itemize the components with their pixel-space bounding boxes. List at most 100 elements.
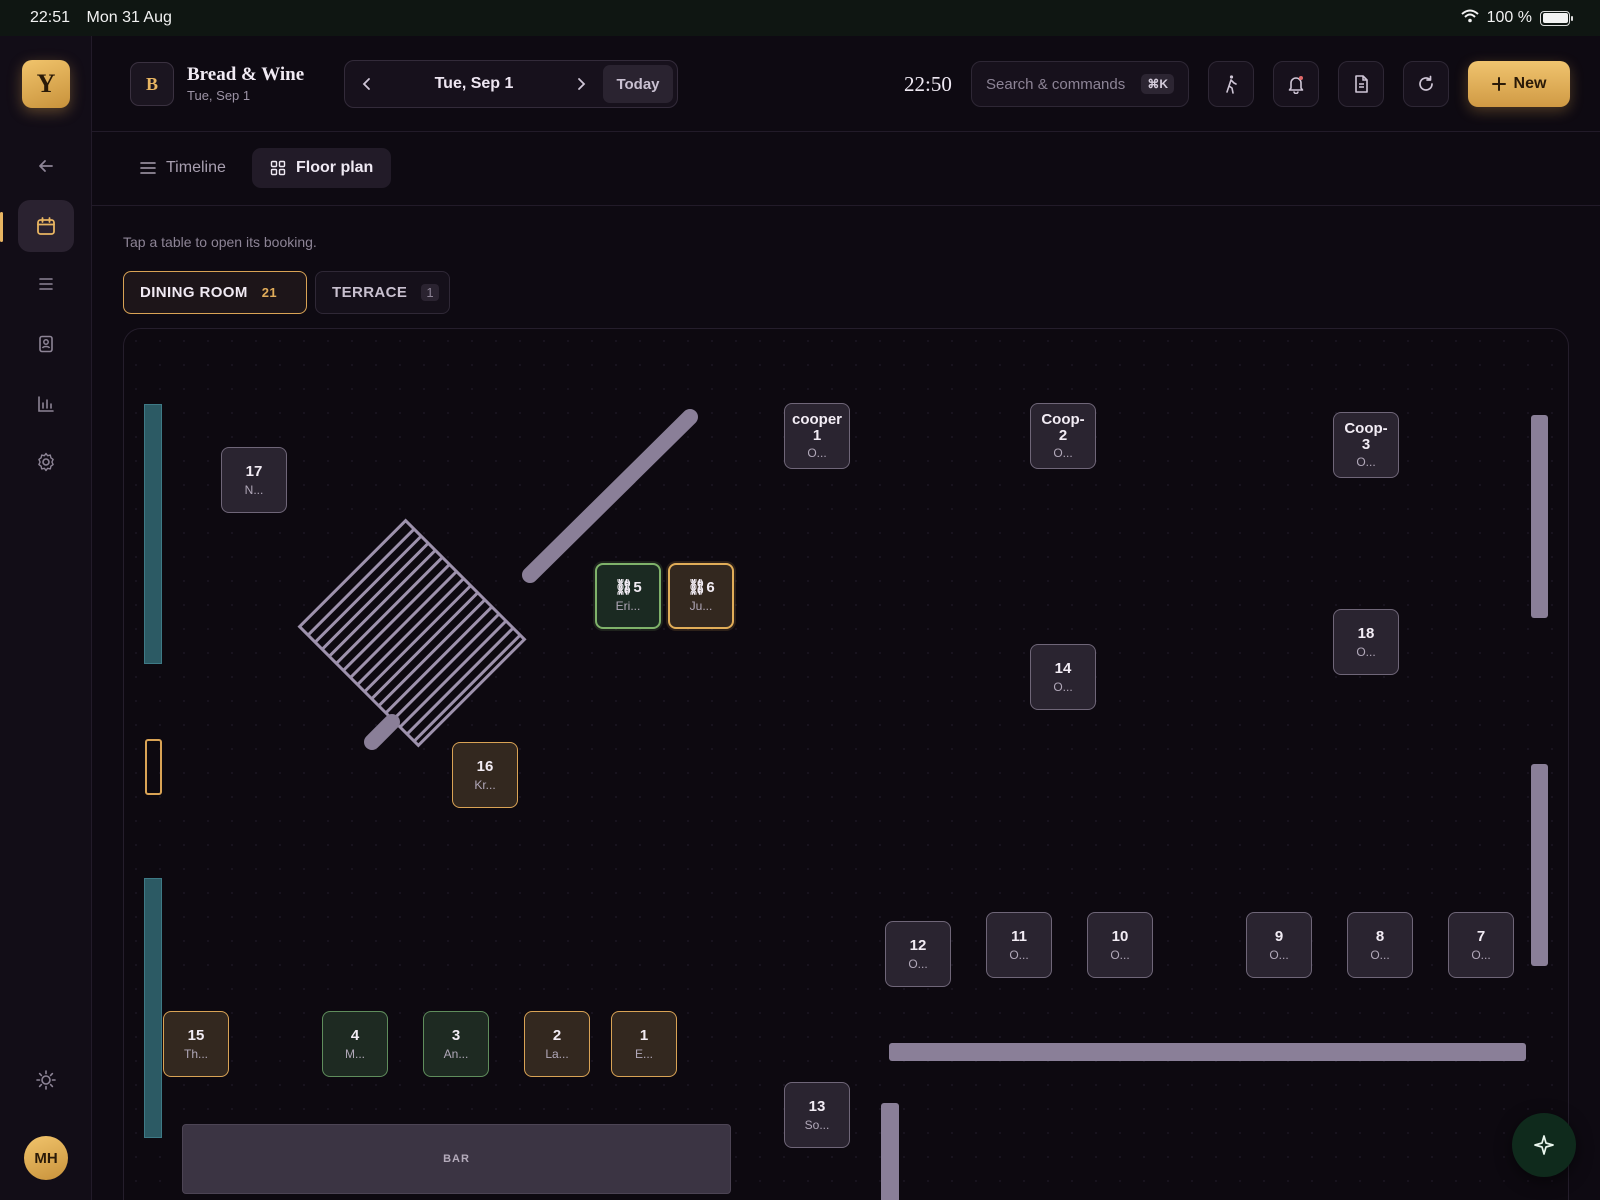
new-booking-button[interactable]: New <box>1468 61 1570 107</box>
tab-timeline[interactable]: Timeline <box>122 148 244 188</box>
table-guest: So... <box>804 1117 830 1132</box>
prev-day-button[interactable] <box>345 61 389 107</box>
table-number: 7 <box>1476 927 1486 945</box>
walk-in-button[interactable] <box>1208 61 1254 107</box>
back-button[interactable] <box>18 140 74 192</box>
floor-plan-hint: Tap a table to open its booking. <box>123 234 317 250</box>
table-15[interactable]: 15 Th... <box>163 1011 229 1077</box>
status-date: Mon 31 Aug <box>86 9 172 26</box>
table-2[interactable]: 2 La... <box>524 1011 590 1077</box>
area-tab-dining-room[interactable]: DINING ROOM 21 <box>123 271 307 314</box>
table-4[interactable]: 4 M... <box>322 1011 388 1077</box>
table-5[interactable]: ⛓5 Eri... <box>595 563 661 629</box>
venue-badge[interactable]: B <box>130 62 174 106</box>
table-number: 3 <box>451 1026 461 1044</box>
table-16[interactable]: 16 Kr... <box>452 742 518 808</box>
table-guest: N... <box>244 482 264 497</box>
arrow-left-icon <box>39 160 53 172</box>
area-count: 1 <box>421 284 439 301</box>
table-number: 1 <box>639 1026 649 1044</box>
assistant-button[interactable] <box>1512 1113 1576 1177</box>
sidebar-item-reports[interactable] <box>18 378 74 430</box>
table-coop-3[interactable]: Coop-3 O... <box>1333 412 1399 478</box>
sidebar-item-settings[interactable] <box>18 436 74 488</box>
table-number: 11 <box>1011 927 1027 945</box>
area-tab-terrace[interactable]: TERRACE 1 <box>315 271 450 314</box>
chevron-right-icon <box>578 78 586 90</box>
clock: 22:50 <box>904 72 952 96</box>
plus-icon <box>1491 77 1506 91</box>
bar-chart-icon <box>38 396 54 412</box>
date-navigator: Tue, Sep 1 Today <box>344 60 678 108</box>
table-guest: O... <box>908 956 928 971</box>
gear-icon <box>38 452 54 472</box>
table-14[interactable]: 14 O... <box>1030 644 1096 710</box>
search-input[interactable]: Search & commands ⌘K <box>971 61 1189 107</box>
table-guest: O... <box>1110 947 1130 962</box>
sidebar: Y MH <box>0 36 92 1200</box>
table-number: 10 <box>1111 927 1129 945</box>
battery-percent: 100 % <box>1486 9 1532 26</box>
table-9[interactable]: 9 O... <box>1246 912 1312 978</box>
avatar[interactable]: MH <box>24 1136 68 1180</box>
table-guest: O... <box>1053 679 1073 694</box>
app-logo[interactable]: Y <box>22 60 70 108</box>
status-time: 22:51 <box>30 9 71 26</box>
table-guest: Th... <box>183 1046 208 1061</box>
table-coop-2[interactable]: Coop-2 O... <box>1030 403 1096 469</box>
tab-floor-plan[interactable]: Floor plan <box>252 148 392 188</box>
bell-icon <box>1288 76 1304 94</box>
current-date[interactable]: Tue, Sep 1 <box>389 75 559 93</box>
new-label: New <box>1513 75 1547 92</box>
wall <box>881 1103 899 1200</box>
refresh-button[interactable] <box>1403 61 1449 107</box>
table-number: 17 <box>245 462 263 480</box>
search-placeholder: Search & commands <box>986 75 1126 93</box>
table-number: 13 <box>808 1097 826 1115</box>
table-number: ⛓6 <box>687 578 715 596</box>
theme-toggle[interactable] <box>18 1054 74 1106</box>
menu-lines-icon <box>140 162 156 174</box>
notifications-button[interactable] <box>1273 61 1319 107</box>
table-3[interactable]: 3 An... <box>423 1011 489 1077</box>
table-18[interactable]: 18 O... <box>1333 609 1399 675</box>
table-number: 8 <box>1375 927 1385 945</box>
next-day-button[interactable] <box>559 61 603 107</box>
table-17[interactable]: 17 N... <box>221 447 287 513</box>
window-strip <box>144 878 162 1138</box>
table-13[interactable]: 13 So... <box>784 1082 850 1148</box>
table-number: Coop-2 <box>1041 410 1085 444</box>
table-12[interactable]: 12 O... <box>885 921 951 987</box>
status-right: 100 % <box>1460 9 1573 28</box>
today-button[interactable]: Today <box>603 65 673 103</box>
table-number: 12 <box>909 936 927 954</box>
area-label: DINING ROOM <box>140 284 248 301</box>
table-7[interactable]: 7 O... <box>1448 912 1514 978</box>
venue-name: Bread & Wine <box>187 64 305 85</box>
venue-date: Tue, Sep 1 <box>187 88 251 103</box>
table-guest: Ju... <box>689 598 713 613</box>
table-number: 15 <box>187 1026 205 1044</box>
table-guest: An... <box>443 1046 469 1061</box>
sun-icon <box>36 1070 56 1090</box>
wifi-icon <box>1460 9 1479 28</box>
table-number: cooper 1 <box>791 410 842 444</box>
table-number: 2 <box>552 1026 562 1044</box>
door-marker <box>145 739 162 795</box>
table-11[interactable]: 11 O... <box>986 912 1052 978</box>
sidebar-item-guests[interactable] <box>18 318 74 370</box>
sidebar-item-list[interactable] <box>18 258 74 310</box>
window-strip <box>144 404 162 664</box>
battery-icon <box>1540 10 1573 26</box>
sparkle-icon <box>1534 1135 1554 1155</box>
table-8[interactable]: 8 O... <box>1347 912 1413 978</box>
table-cooper-1[interactable]: cooper 1 O... <box>784 403 850 469</box>
table-10[interactable]: 10 O... <box>1087 912 1153 978</box>
sidebar-item-calendar[interactable] <box>18 200 74 252</box>
table-6[interactable]: ⛓6 Ju... <box>668 563 734 629</box>
table-1[interactable]: 1 E... <box>611 1011 677 1077</box>
wall <box>889 1043 1526 1061</box>
status-bar: 22:51 Mon 31 Aug 100 % <box>0 0 1600 36</box>
table-guest: Eri... <box>615 598 641 613</box>
document-button[interactable] <box>1338 61 1384 107</box>
